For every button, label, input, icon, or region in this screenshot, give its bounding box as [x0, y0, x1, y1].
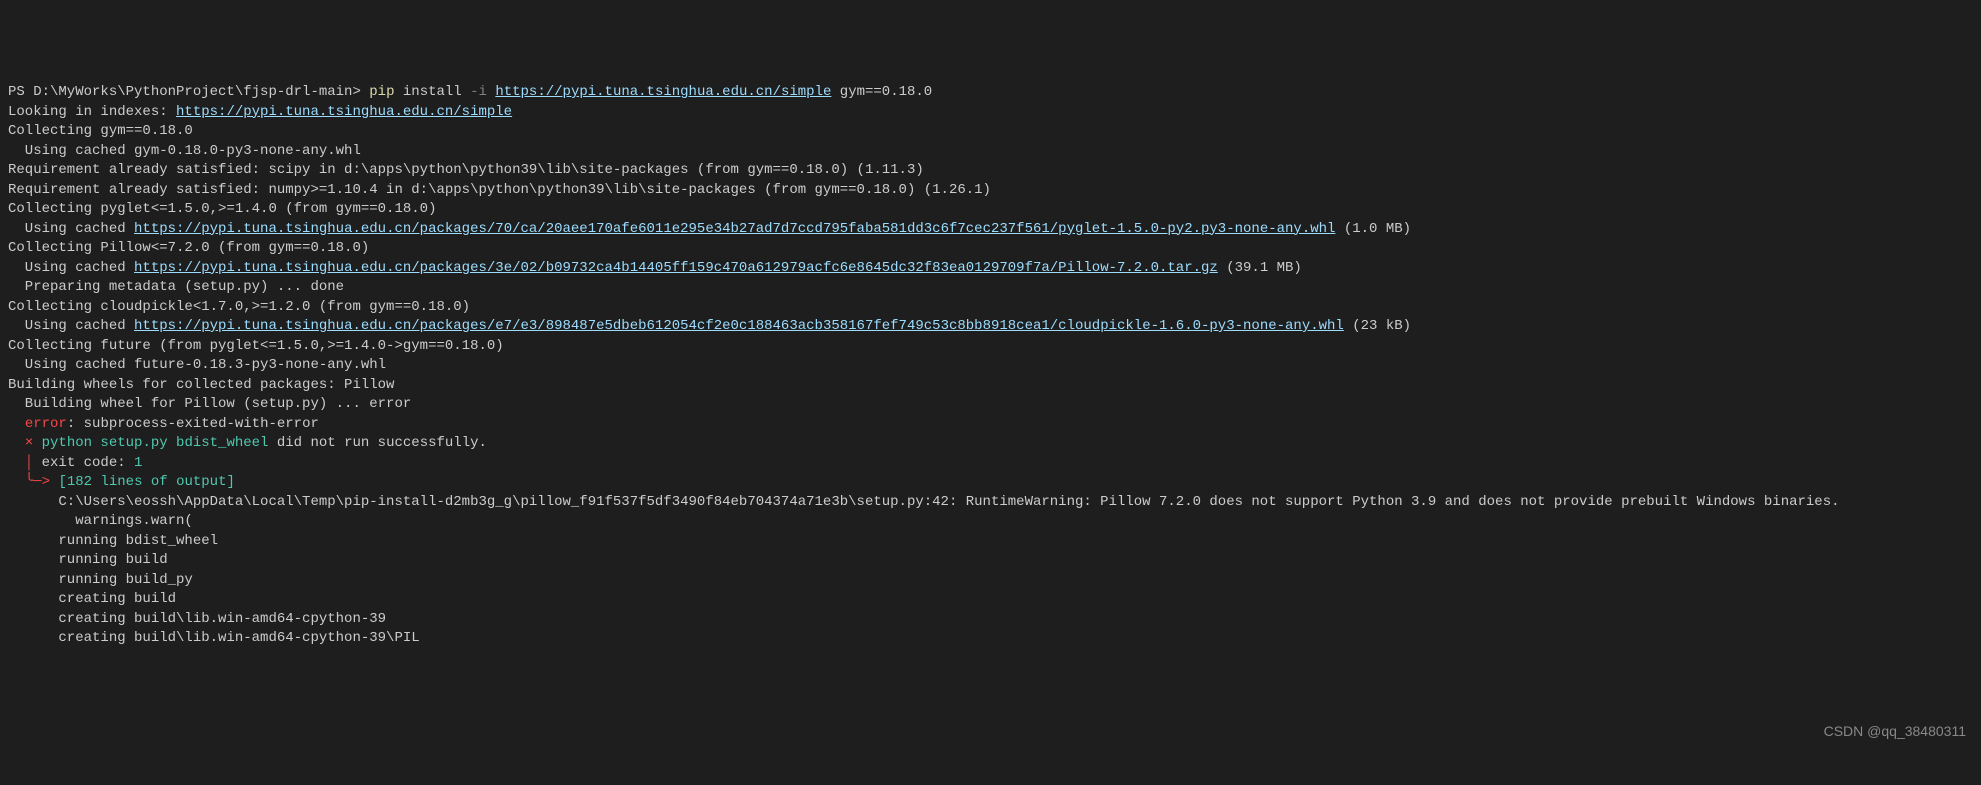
- output-line: Building wheels for collected packages: …: [8, 376, 1973, 396]
- output-line: Using cached https://pypi.tuna.tsinghua.…: [8, 220, 1973, 240]
- output-line: Using cached https://pypi.tuna.tsinghua.…: [8, 317, 1973, 337]
- output-line: Collecting pyglet<=1.5.0,>=1.4.0 (from g…: [8, 200, 1973, 220]
- output-line: Collecting future (from pyglet<=1.5.0,>=…: [8, 337, 1973, 357]
- failed-command: python setup.py bdist_wheel: [42, 435, 269, 451]
- output-lines-count: [182 lines of output]: [58, 474, 234, 490]
- output-line: creating build\lib.win-amd64-cpython-39: [8, 610, 1973, 630]
- exit-code-line: │ exit code: 1: [8, 454, 1973, 474]
- output-line: Collecting gym==0.18.0: [8, 122, 1973, 142]
- cloudpickle-link[interactable]: https://pypi.tuna.tsinghua.edu.cn/packag…: [134, 318, 1344, 334]
- output-line: Preparing metadata (setup.py) ... done: [8, 278, 1973, 298]
- pillow-link[interactable]: https://pypi.tuna.tsinghua.edu.cn/packag…: [134, 260, 1218, 276]
- watermark: CSDN @qq_38480311: [1824, 722, 1966, 742]
- output-line: running build_py: [8, 571, 1973, 591]
- error-label: error: [25, 416, 67, 432]
- prompt-path: PS D:\MyWorks\PythonProject\fjsp-drl-mai…: [8, 84, 369, 100]
- output-line: Requirement already satisfied: scipy in …: [8, 161, 1973, 181]
- output-line: creating build\lib.win-amd64-cpython-39\…: [8, 629, 1973, 649]
- output-line: running bdist_wheel: [8, 532, 1973, 552]
- output-line: running build: [8, 551, 1973, 571]
- pyglet-link[interactable]: https://pypi.tuna.tsinghua.edu.cn/packag…: [134, 221, 1335, 237]
- output-line: C:\Users\eossh\AppData\Local\Temp\pip-in…: [8, 493, 1973, 513]
- output-line: Using cached https://pypi.tuna.tsinghua.…: [8, 259, 1973, 279]
- index-link[interactable]: https://pypi.tuna.tsinghua.edu.cn/simple: [176, 104, 512, 120]
- output-line: Collecting Pillow<=7.2.0 (from gym==0.18…: [8, 239, 1973, 259]
- cross-icon: ×: [25, 435, 33, 451]
- output-line: Requirement already satisfied: numpy>=1.…: [8, 181, 1973, 201]
- output-line: Building wheel for Pillow (setup.py) ...…: [8, 395, 1973, 415]
- error-code: subprocess-exited-with-error: [84, 416, 319, 432]
- error-line: error: subprocess-exited-with-error: [8, 415, 1973, 435]
- pip-command: pip: [369, 84, 394, 100]
- output-line: Using cached gym-0.18.0-py3-none-any.whl: [8, 142, 1973, 162]
- output-line: creating build: [8, 590, 1973, 610]
- output-line: Using cached future-0.18.3-py3-none-any.…: [8, 356, 1973, 376]
- tree-bar-icon: │: [25, 455, 33, 471]
- flag-i: -i: [470, 84, 487, 100]
- prompt-line: PS D:\MyWorks\PythonProject\fjsp-drl-mai…: [8, 83, 1973, 103]
- output-line: Looking in indexes: https://pypi.tuna.ts…: [8, 103, 1973, 123]
- output-header-line: ╰─> [182 lines of output]: [8, 473, 1973, 493]
- output-line: Collecting cloudpickle<1.7.0,>=1.2.0 (fr…: [8, 298, 1973, 318]
- index-url-link[interactable]: https://pypi.tuna.tsinghua.edu.cn/simple: [495, 84, 831, 100]
- error-detail-line: × python setup.py bdist_wheel did not ru…: [8, 434, 1973, 454]
- exit-code: 1: [134, 455, 142, 471]
- terminal-output[interactable]: PS D:\MyWorks\PythonProject\fjsp-drl-mai…: [8, 83, 1973, 649]
- output-line: warnings.warn(: [8, 512, 1973, 532]
- tree-end-icon: ╰─>: [25, 474, 50, 490]
